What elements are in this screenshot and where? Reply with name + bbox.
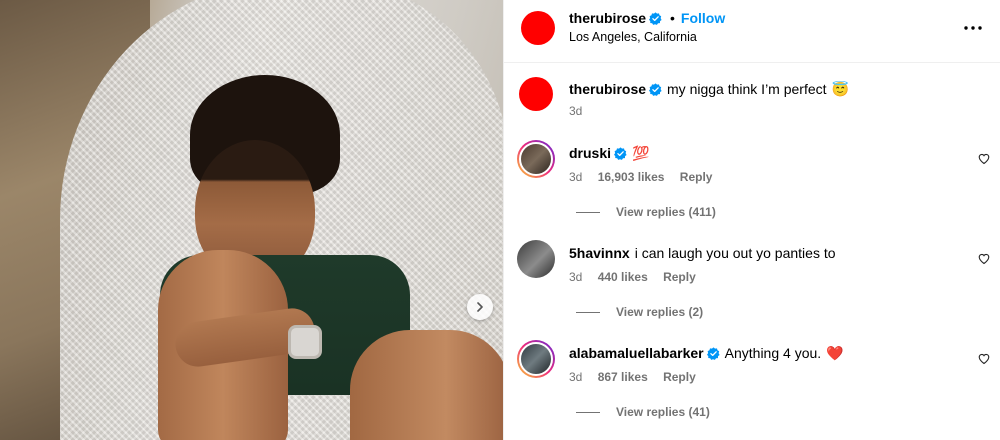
commenter-username[interactable]: druski (569, 144, 611, 162)
view-replies-label: View replies (411) (616, 205, 716, 219)
author-username[interactable]: therubirose (569, 10, 646, 26)
more-options-button[interactable] (961, 18, 985, 38)
comment-meta: 3d 16,903 likes Reply (569, 170, 724, 184)
chevron-right-icon (477, 302, 483, 312)
caption-author-username[interactable]: therubirose (569, 80, 646, 98)
comment-timestamp[interactable]: 3d (569, 270, 582, 284)
comment-item: druski 💯 3d 16,903 likes Reply View repl… (504, 136, 1000, 231)
replies-divider (576, 211, 600, 213)
verified-badge-icon (706, 346, 720, 360)
comment-likes[interactable]: 16,903 likes (598, 170, 665, 184)
comment-text: i can laugh you out yo panties to (634, 245, 836, 261)
author-avatar[interactable] (521, 11, 555, 45)
verified-badge-icon (649, 82, 662, 96)
verified-badge-icon (649, 11, 662, 25)
comment-likes[interactable]: 867 likes (598, 370, 648, 384)
comment-item: alabamaluellabarker Anything 4 you. ❤️ 3… (504, 336, 1000, 440)
replies-divider (576, 311, 600, 313)
follow-button[interactable]: Follow (681, 10, 725, 26)
view-replies-button[interactable]: View replies (2) (576, 305, 703, 319)
replies-divider (576, 411, 600, 413)
caption-row: therubirose my nigga think I’m perfect 😇 (569, 80, 849, 98)
comment-meta: 3d 440 likes Reply (569, 270, 708, 284)
caption-text: my nigga think I’m perfect (667, 81, 827, 97)
comment-text: Anything 4 you. (724, 345, 822, 361)
verified-badge-icon (614, 146, 627, 160)
more-horizontal-icon (964, 26, 982, 30)
caption-timestamp[interactable]: 3d (569, 104, 582, 118)
carousel-next-button[interactable] (467, 294, 493, 320)
comment-likes[interactable]: 440 likes (598, 270, 648, 284)
comment-item: 5havinnx i can laugh you out yo panties … (504, 236, 1000, 331)
comment-row: 5havinnx i can laugh you out yo panties … (569, 244, 836, 262)
commenter-username[interactable]: 5havinnx (569, 244, 630, 262)
comment-emoji: 💯 (632, 145, 650, 161)
view-replies-label: View replies (2) (616, 305, 704, 319)
comment-timestamp[interactable]: 3d (569, 370, 582, 384)
post-panel: therubirose • Follow Los Angeles, Califo… (503, 0, 1000, 440)
post-location[interactable]: Los Angeles, California (569, 30, 697, 44)
commenter-avatar[interactable] (517, 240, 555, 278)
reply-button[interactable]: Reply (680, 170, 713, 184)
view-replies-button[interactable]: View replies (41) (576, 405, 710, 419)
post-caption: therubirose my nigga think I’m perfect 😇… (504, 63, 1000, 123)
comment-meta: 3d 867 likes Reply (569, 370, 708, 384)
view-replies-button[interactable]: View replies (411) (576, 205, 716, 219)
commenter-avatar[interactable] (517, 340, 555, 378)
caption-author-avatar[interactable] (519, 77, 553, 111)
media-watch (288, 325, 322, 359)
caption-emoji: 😇 (831, 81, 849, 97)
commenter-avatar[interactable] (517, 140, 555, 178)
media-leg (350, 330, 503, 440)
commenter-username[interactable]: alabamaluellabarker (569, 344, 704, 362)
comment-timestamp[interactable]: 3d (569, 170, 582, 184)
heart-icon[interactable] (978, 253, 990, 265)
caption-meta: 3d (569, 104, 594, 118)
heart-icon[interactable] (978, 153, 990, 165)
post-header: therubirose • Follow Los Angeles, Califo… (504, 0, 1000, 63)
comment-row: druski 💯 (569, 144, 649, 162)
post-media (0, 0, 503, 440)
view-replies-label: View replies (41) (616, 405, 710, 419)
reply-button[interactable]: Reply (663, 270, 696, 284)
heart-icon[interactable] (978, 353, 990, 365)
comment-row: alabamaluellabarker Anything 4 you. ❤️ (569, 344, 844, 362)
comment-emoji: ❤️ (826, 345, 844, 361)
reply-button[interactable]: Reply (663, 370, 696, 384)
author-row: therubirose • Follow (569, 10, 725, 26)
separator-dot: • (670, 10, 675, 26)
